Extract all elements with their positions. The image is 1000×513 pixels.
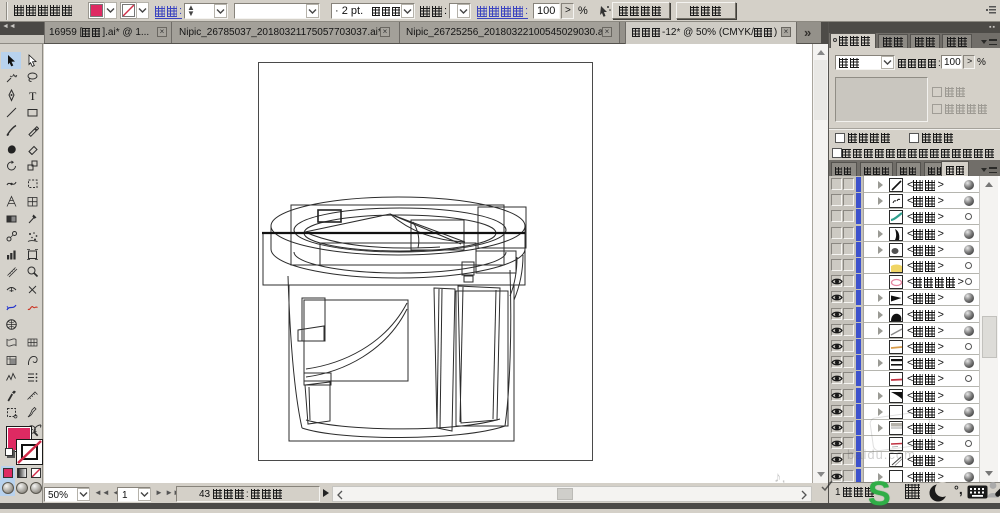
svg-text:T: T bbox=[29, 89, 37, 102]
